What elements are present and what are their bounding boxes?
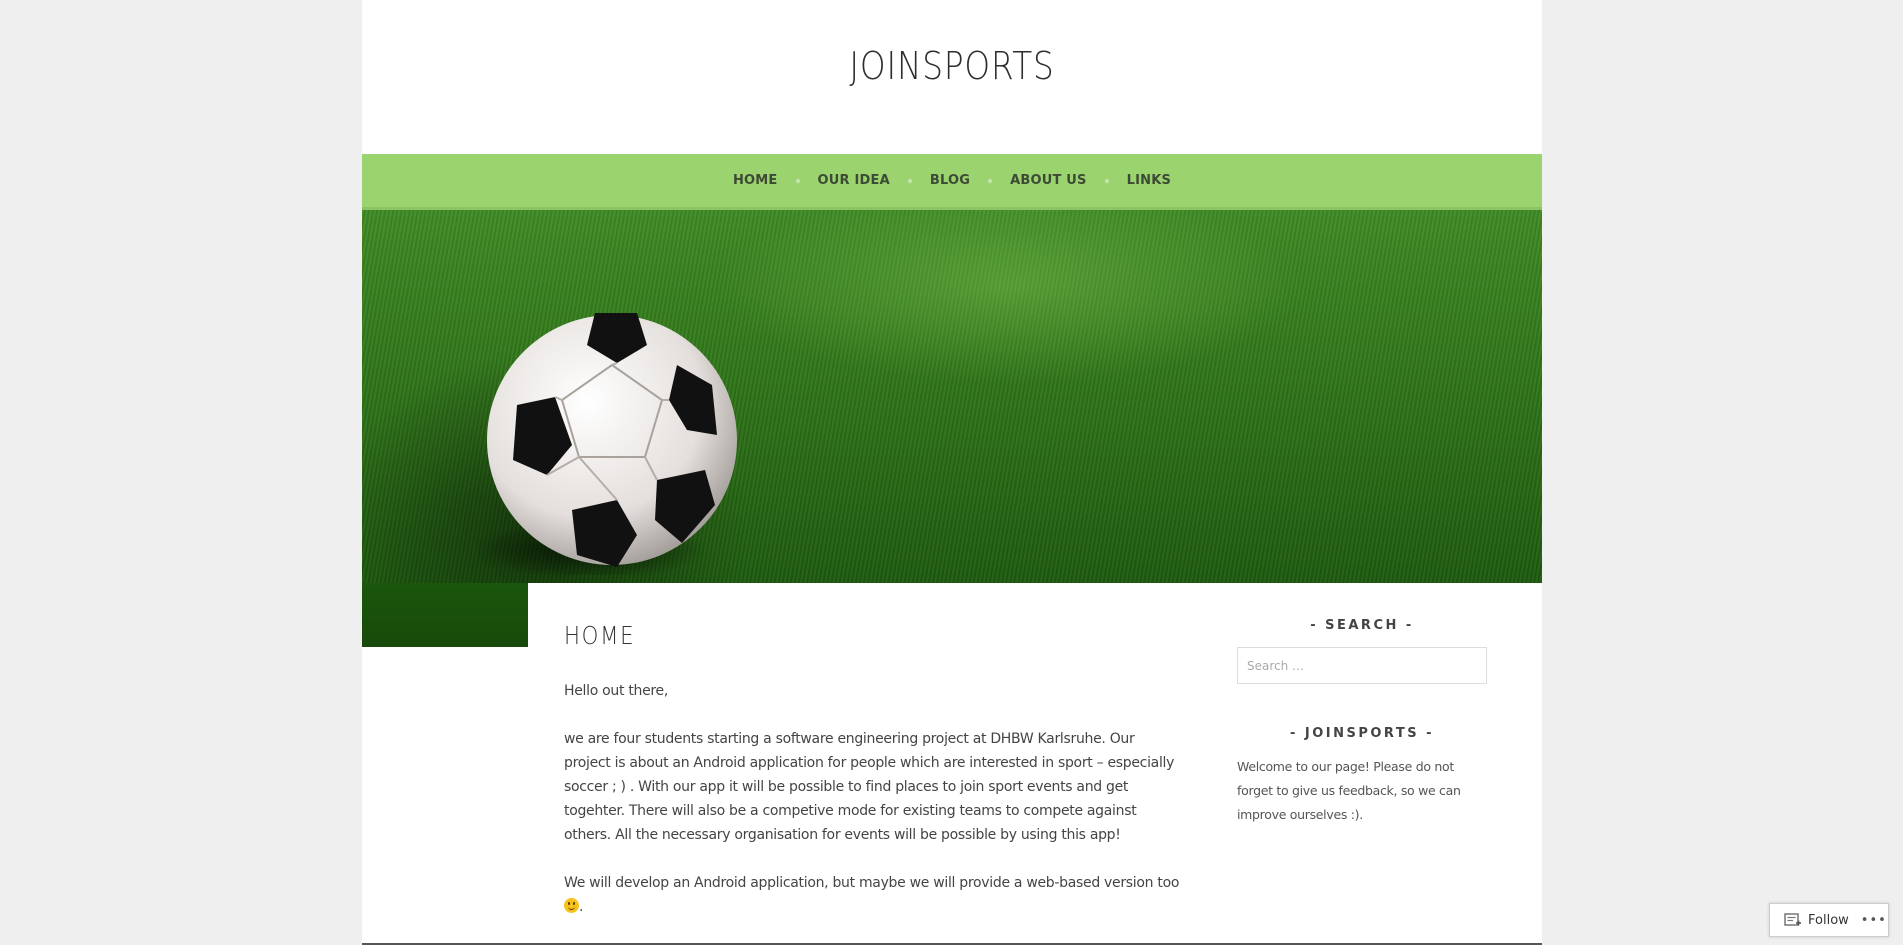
entry-paragraph-text: We will develop an Android application, … bbox=[564, 875, 1180, 891]
nav-item-blog[interactable]: BLOG bbox=[930, 173, 970, 188]
page-container: JOINSPORTS HOME OUR IDEA BLOG ABOUT US L… bbox=[362, 0, 1542, 945]
entry-paragraph: Hello out there, bbox=[564, 683, 669, 699]
search-input[interactable] bbox=[1237, 647, 1487, 684]
entry-paragraph: we are four students starting a software… bbox=[564, 731, 1175, 843]
search-widget: - SEARCH - bbox=[1237, 618, 1487, 684]
more-options-icon[interactable]: ••• bbox=[1861, 913, 1887, 928]
reader-follow-icon bbox=[1784, 913, 1801, 926]
nav-separator bbox=[795, 178, 800, 183]
smile-icon bbox=[564, 898, 579, 913]
nav-item-home[interactable]: HOME bbox=[733, 173, 778, 188]
site-title[interactable]: JOINSPORTS bbox=[445, 44, 1460, 88]
nav-separator bbox=[988, 178, 993, 183]
entry-paragraph: We will develop an Android application, … bbox=[564, 871, 1184, 919]
entry-title: HOME bbox=[564, 621, 636, 650]
soccer-ball-icon bbox=[477, 313, 737, 575]
follow-label: Follow bbox=[1808, 912, 1849, 928]
about-widget-title: - JOINSPORTS - bbox=[1289, 726, 1435, 741]
sidebar: - SEARCH - - JOINSPORTS - Welcome to our… bbox=[1237, 618, 1487, 827]
main-navigation: HOME OUR IDEA BLOG ABOUT US LINKS bbox=[362, 154, 1542, 210]
header-image-overhang bbox=[362, 583, 528, 647]
nav-item-our-idea[interactable]: OUR IDEA bbox=[818, 173, 890, 188]
about-widget-text: Welcome to our page! Please do not forge… bbox=[1237, 759, 1461, 822]
entry-content: Hello out there, we are four students st… bbox=[564, 679, 1184, 943]
about-widget: - JOINSPORTS - Welcome to our page! Plea… bbox=[1237, 726, 1487, 827]
nav-item-about-us[interactable]: ABOUT US bbox=[1010, 173, 1087, 188]
nav-separator bbox=[1104, 178, 1109, 183]
nav-item-links[interactable]: LINKS bbox=[1127, 173, 1171, 188]
header-image bbox=[362, 210, 1542, 583]
entry-paragraph-end: . bbox=[579, 899, 584, 915]
follow-button[interactable]: Follow ••• bbox=[1769, 903, 1889, 937]
search-widget-title: - SEARCH - bbox=[1310, 618, 1414, 633]
nav-separator bbox=[907, 178, 912, 183]
